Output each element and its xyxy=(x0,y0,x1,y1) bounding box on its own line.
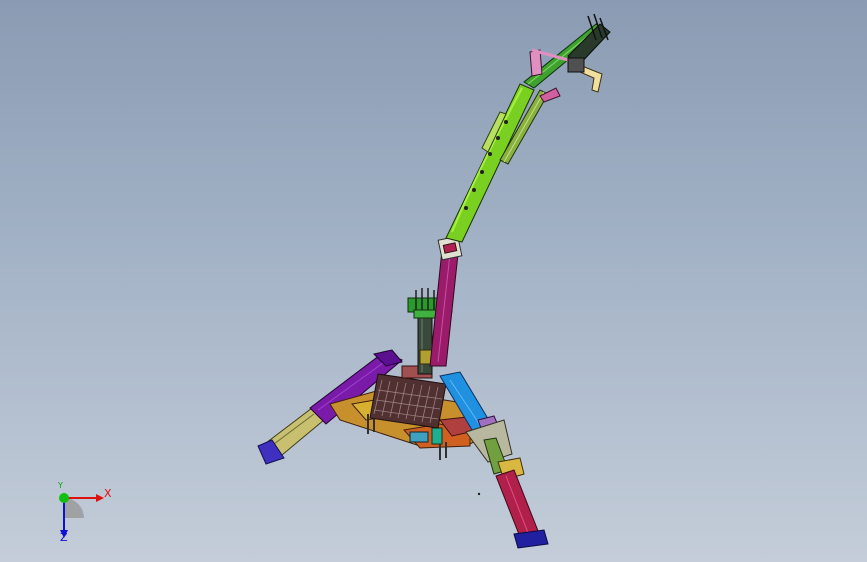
crane-assembly-model[interactable] xyxy=(0,0,867,562)
triad-axes-icon xyxy=(59,493,104,538)
leg-lower-right[interactable] xyxy=(495,469,549,549)
cad-viewport[interactable]: X Y Z xyxy=(0,0,867,562)
coordinate-triad: X Y Z xyxy=(44,480,124,550)
boom-upper[interactable] xyxy=(445,83,535,243)
engine-grille[interactable] xyxy=(369,365,447,429)
leg-left-outer[interactable] xyxy=(257,407,325,465)
triad-y-label: Y xyxy=(58,481,63,490)
triad-z-label: Z xyxy=(60,531,68,544)
model-point-marker xyxy=(477,492,481,496)
jib-head[interactable] xyxy=(567,13,611,93)
triad-x-label: X xyxy=(104,487,112,500)
